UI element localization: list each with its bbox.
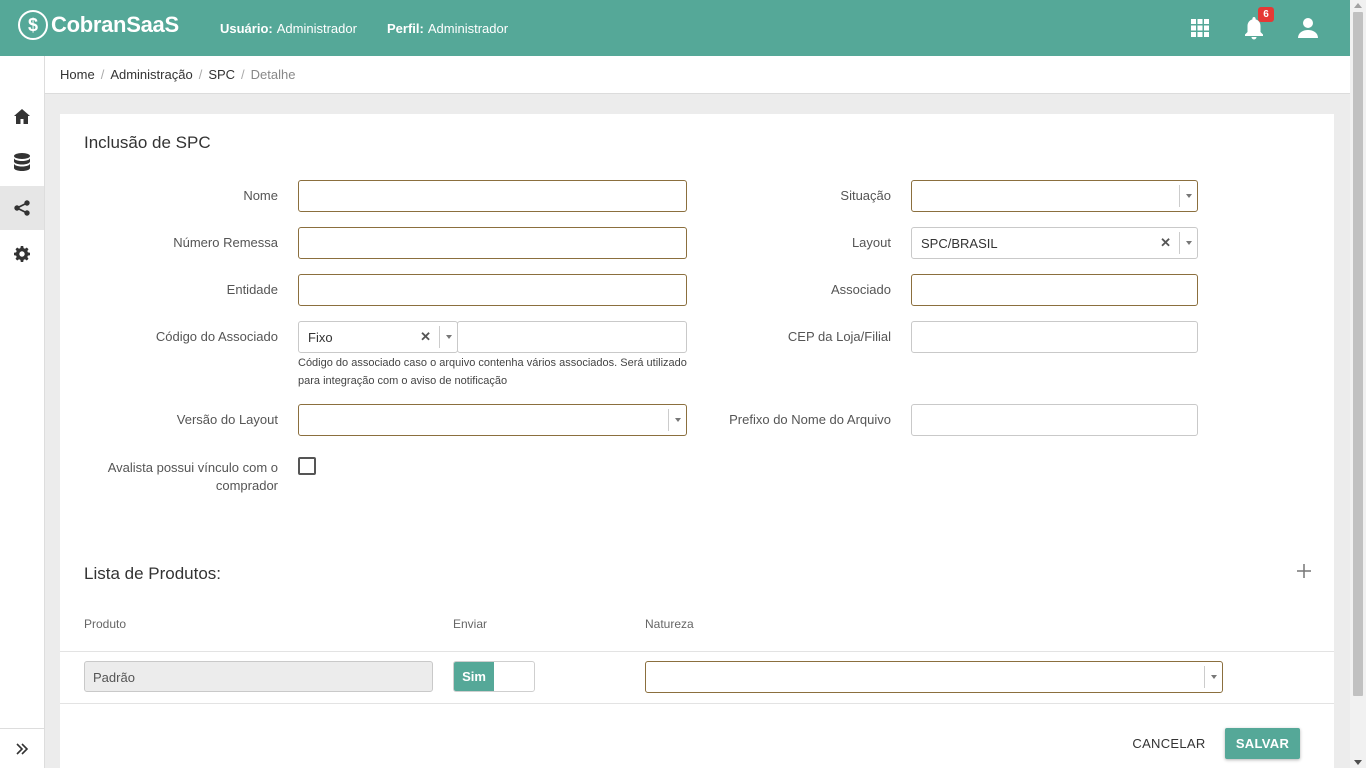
codigo-associado-label: Código do Associado xyxy=(155,329,278,344)
share-icon xyxy=(14,200,30,216)
breadcrumb: Home / Administração / SPC / Detalhe xyxy=(45,56,1350,94)
breadcrumb-administracao[interactable]: Administração xyxy=(110,67,192,82)
add-product-button[interactable] xyxy=(1295,562,1313,580)
plus-icon xyxy=(1297,564,1311,578)
user-info: Usuário: Administrador xyxy=(220,21,357,36)
column-header-produto: Produto xyxy=(84,617,127,631)
column-header-natureza: Natureza xyxy=(645,617,694,631)
expand-icon xyxy=(16,742,29,755)
produto-field: Padrão xyxy=(84,661,433,692)
gear-icon xyxy=(14,246,30,262)
sidebar xyxy=(0,56,45,768)
clear-icon[interactable]: ✕ xyxy=(420,329,431,345)
produto-value: Padrão xyxy=(93,670,135,685)
breadcrumb-home[interactable]: Home xyxy=(60,67,95,82)
natureza-select[interactable] xyxy=(645,661,1223,693)
top-header: $ CobranSaaS Usuário: Administrador Perfi… xyxy=(0,0,1350,56)
codigo-associado-type-select[interactable]: Fixo ✕ xyxy=(298,321,458,353)
nome-label: Nome xyxy=(243,188,278,203)
versao-layout-select[interactable] xyxy=(298,404,687,436)
entidade-label: Entidade xyxy=(226,282,278,297)
sidebar-item-database[interactable] xyxy=(0,140,44,184)
home-icon xyxy=(14,108,30,124)
layout-label: Layout xyxy=(851,235,891,250)
user-label: Usuário: xyxy=(220,21,273,36)
chevron-down-icon[interactable] xyxy=(1179,232,1197,254)
page-scrollbar[interactable] xyxy=(1350,0,1366,768)
user-account-icon[interactable] xyxy=(1294,14,1322,42)
user-value: Administrador xyxy=(276,21,357,36)
situacao-select[interactable] xyxy=(911,180,1198,212)
logo-icon: $ xyxy=(18,10,48,40)
layout-value: SPC/BRASIL xyxy=(921,236,998,251)
cep-input[interactable] xyxy=(911,321,1198,353)
cancel-button[interactable]: CANCELAR xyxy=(1123,728,1215,758)
profile-value: Administrador xyxy=(427,21,509,36)
database-icon xyxy=(14,153,30,171)
prefixo-input[interactable] xyxy=(911,404,1198,436)
breadcrumb-separator: / xyxy=(198,67,203,82)
enviar-toggle[interactable]: Sim xyxy=(453,661,535,692)
scroll-up-icon[interactable] xyxy=(1354,3,1362,8)
sidebar-expand-button[interactable] xyxy=(0,728,44,768)
codigo-associado-help: Código do associado caso o arquivo conte… xyxy=(298,357,687,387)
chevron-down-icon[interactable] xyxy=(1179,185,1197,207)
numero-remessa-label: Número Remessa xyxy=(173,235,278,250)
avalista-checkbox[interactable] xyxy=(298,457,316,475)
notifications-bell-icon[interactable]: 6 xyxy=(1240,7,1274,42)
apps-grid-icon[interactable] xyxy=(1186,14,1214,42)
sidebar-item-home[interactable] xyxy=(0,94,44,138)
prefixo-label: Prefixo do Nome do Arquivo xyxy=(729,412,891,427)
breadcrumb-separator: / xyxy=(241,67,245,82)
entidade-input[interactable] xyxy=(298,274,687,306)
form-card: Inclusão de SPC Nome Número Remessa Enti… xyxy=(60,114,1334,768)
chevron-down-icon[interactable] xyxy=(439,326,457,348)
layout-select[interactable]: SPC/BRASIL ✕ xyxy=(911,227,1198,259)
sidebar-item-share[interactable] xyxy=(0,186,44,230)
nome-input[interactable] xyxy=(298,180,687,212)
codigo-associado-type-value: Fixo xyxy=(308,330,333,345)
associado-label: Associado xyxy=(831,282,891,297)
save-button[interactable]: SALVAR xyxy=(1225,728,1300,759)
codigo-associado-input[interactable] xyxy=(457,321,687,353)
notifications-badge: 6 xyxy=(1258,7,1274,22)
chevron-down-icon[interactable] xyxy=(1204,666,1222,688)
avalista-label: Avalista possui vínculo com o comprador xyxy=(107,460,278,493)
column-header-enviar: Enviar xyxy=(453,617,488,631)
enviar-toggle-on: Sim xyxy=(454,662,494,691)
sidebar-item-settings[interactable] xyxy=(0,232,44,276)
app-logo[interactable]: $ CobranSaaS xyxy=(18,10,179,40)
associado-input[interactable] xyxy=(911,274,1198,306)
logo-text: CobranSaaS xyxy=(51,12,179,37)
table-divider xyxy=(60,703,1334,704)
situacao-label: Situação xyxy=(840,188,891,203)
cep-label: CEP da Loja/Filial xyxy=(787,329,891,344)
numero-remessa-input[interactable] xyxy=(298,227,687,259)
clear-icon[interactable]: ✕ xyxy=(1160,235,1171,251)
breadcrumb-spc[interactable]: SPC xyxy=(208,67,235,82)
profile-info: Perfil: Administrador xyxy=(387,21,508,36)
page-title: Inclusão de SPC xyxy=(84,133,211,152)
scrollbar-thumb[interactable] xyxy=(1353,12,1363,696)
breadcrumb-current: Detalhe xyxy=(250,67,296,82)
breadcrumb-separator: / xyxy=(100,67,105,82)
profile-label: Perfil: xyxy=(387,21,424,36)
table-divider xyxy=(60,651,1334,652)
versao-layout-label: Versão do Layout xyxy=(176,412,278,427)
scroll-down-icon[interactable] xyxy=(1354,760,1362,765)
produtos-section-title: Lista de Produtos: xyxy=(84,564,222,583)
